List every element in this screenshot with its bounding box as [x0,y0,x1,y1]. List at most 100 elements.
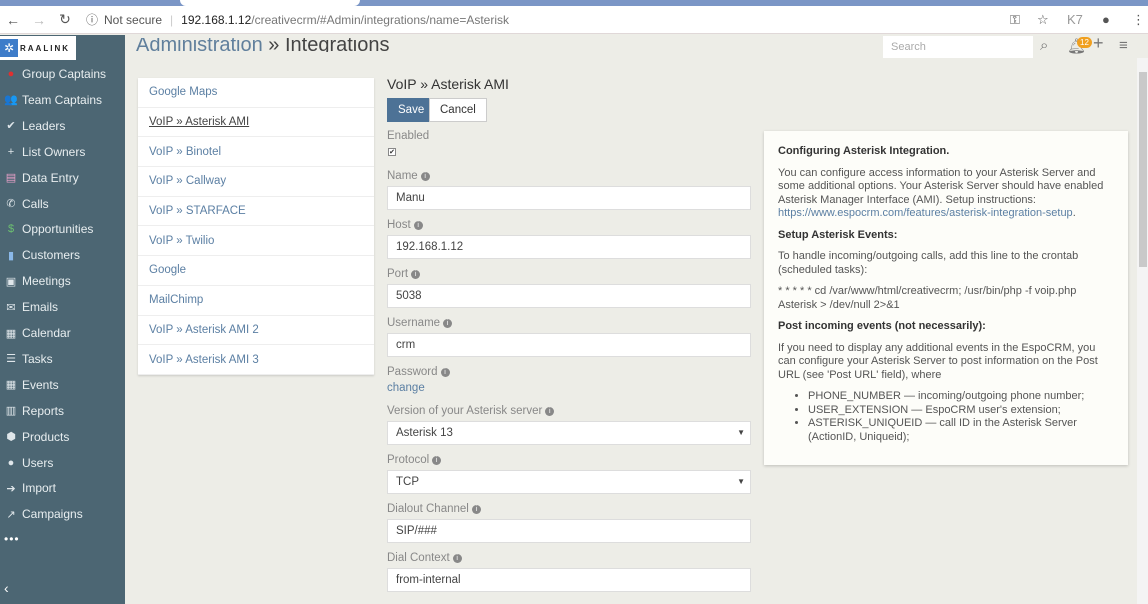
enabled-label: Enabled [387,130,430,142]
customers-icon: ▮ [7,249,15,262]
info-icon: i [420,172,430,181]
sidebar-item-leaders[interactable]: ✔ Leaders [0,114,125,138]
profile-icon[interactable]: ● [1102,12,1110,27]
sidebar-item-emails[interactable]: ✉ Emails [0,295,125,319]
sidebar-item-users[interactable]: ● Users [0,451,125,475]
port-field[interactable]: 5038 [387,284,751,308]
password-label: Password i [387,366,450,378]
sidebar: ✲ RAALINK ● Group Captains 👥 Team Captains ✔ L… [0,35,125,604]
dialout-channel-field[interactable]: SIP/### [387,519,751,543]
quick-create-plus-icon[interactable]: + [1093,33,1104,54]
username-label: Username i [387,317,453,329]
breadcrumb-administration[interactable]: Administration [136,38,263,52]
list-owners-icon: + [7,145,15,158]
integration-item[interactable]: VoIP » Binotel [138,137,374,168]
sidebar-item-customers[interactable]: ▮ Customers [0,243,125,267]
breadcrumb-separator: » [262,38,285,52]
logo-mark-icon: ✲ [0,39,18,57]
dial-context-field[interactable]: from-internal [387,568,751,592]
sidebar-item-label: Reports [22,403,65,418]
sidebar-item-label: Campaigns [22,507,83,522]
help-text: If you need to display any additional ev… [778,341,1098,381]
sidebar-item-meetings[interactable]: ▣ Meetings [0,269,125,293]
search-icon[interactable]: ⌕ [1040,37,1048,54]
sidebar-item-label: Users [22,455,54,470]
calendar-icon: ▦ [5,327,17,340]
integration-item[interactable]: VoIP » Asterisk AMI 3 [138,345,374,375]
help-bullets: PHONE_NUMBER — incoming/outgoing phone n… [808,390,1114,444]
sidebar-item-label: Leaders [22,118,66,133]
menu-dots-icon[interactable]: ⋮ [1132,12,1145,28]
sidebar-item-data-entry[interactable]: ▤ Data Entry [0,166,125,190]
save-button[interactable]: Save [387,98,436,122]
forward-icon[interactable]: → [26,12,52,28]
sidebar-item-label: Tasks [22,351,53,366]
scrollbar-thumb[interactable] [1139,72,1147,267]
integration-item[interactable]: VoIP » STARFACE [138,197,374,227]
sidebar-item-list-owners[interactable]: + List Owners [0,140,125,164]
sidebar-item-tasks[interactable]: ☰ Tasks [0,347,125,371]
notification-badge: 12 [1077,37,1092,48]
sidebar-item-campaigns[interactable]: ↗ Campaigns [0,502,125,526]
change-password-link[interactable]: change [387,382,425,394]
sidebar-item-label: Team Captains [22,92,103,107]
group-captains-icon: ● [7,68,15,80]
name-field[interactable]: Manu [387,186,751,210]
sidebar-item-label: Data Entry [22,170,79,185]
bullet-item: ASTERISK_UNIQUEID — call ID in the Aster… [808,417,1114,444]
sidebar-item-reports[interactable]: ▥ Reports [0,399,125,423]
help-text: You can configure access information to … [778,166,1104,220]
emails-icon: ✉ [6,301,16,314]
host-field[interactable]: 192.168.1.12 [387,235,751,259]
info-icon: i [452,554,462,563]
dialout-label: Dialout Channel i [387,503,481,515]
page-scrollbar[interactable] [1137,58,1148,604]
port-label: Port i [387,268,421,280]
global-search-input[interactable]: Search [883,36,1033,58]
extension-icon[interactable]: K7 [1067,12,1083,27]
version-select[interactable]: Asterisk 13 ▼ [387,421,751,445]
integration-item[interactable]: VoIP » Twilio [138,226,374,257]
cancel-button[interactable]: Cancel [429,98,487,122]
sidebar-item-opportunities[interactable]: $ Opportunities [0,217,125,241]
hamburger-menu-icon[interactable]: ≡ [1119,37,1128,54]
sidebar-item-label: Calls [22,196,49,211]
logo-text: RAALINK [20,43,70,53]
sidebar-item-calendar[interactable]: ▦ Calendar [0,321,125,345]
setup-instructions-link[interactable]: https://www.espocrm.com/features/asteris… [778,207,1073,219]
version-value: Asterisk 13 [396,427,453,439]
reload-icon[interactable]: ↻ [52,11,78,28]
back-icon[interactable]: ← [0,12,26,28]
protocol-select[interactable]: TCP ▼ [387,470,751,494]
sidebar-item-label: Import [22,481,57,496]
info-icon: i [413,221,423,230]
sidebar-item-events[interactable]: ▦ Events [0,373,125,397]
integration-item[interactable]: Google [138,256,374,286]
sidebar-item-import[interactable]: ➔ Import [0,476,125,500]
name-label: Name i [387,170,430,182]
import-icon: ➔ [6,482,16,495]
logo[interactable]: ✲ RAALINK [0,36,76,60]
integration-item[interactable]: VoIP » Asterisk AMI [138,108,374,138]
username-field[interactable]: crm [387,333,751,357]
star-icon[interactable]: ☆ [1037,12,1049,28]
integration-item[interactable]: VoIP » Callway [138,167,374,197]
info-icon[interactable]: ⓘ [86,11,98,28]
url-field[interactable]: ⓘ Not secure | 192.168.1.12/creativecrm/… [86,11,509,28]
integration-item[interactable]: VoIP » Asterisk AMI 2 [138,316,374,346]
sidebar-item-team-captains[interactable]: 👥 Team Captains [0,88,125,112]
browser-address-bar: ← → ↻ ⓘ Not secure | 192.168.1.12/creati… [0,6,1148,34]
sidebar-item-group-captains[interactable]: ● Group Captains [0,62,125,86]
enabled-checkbox[interactable]: ✔ [388,148,396,156]
tasks-icon: ☰ [6,353,16,366]
key-icon[interactable]: ⚿ [1010,12,1020,28]
sidebar-item-products[interactable]: ⬢ Products [0,425,125,449]
sidebar-item-label: Opportunities [22,222,94,237]
integration-item[interactable]: Google Maps [138,78,374,108]
sidebar-item-calls[interactable]: ✆ Calls [0,192,125,216]
more-icon[interactable]: ••• [4,532,20,546]
help-heading: Setup Asterisk Events: [778,228,898,241]
sidebar-item-label: Calendar [22,326,71,340]
integration-item[interactable]: MailChimp [138,286,374,316]
collapse-sidebar-icon[interactable]: ‹ [4,580,9,596]
